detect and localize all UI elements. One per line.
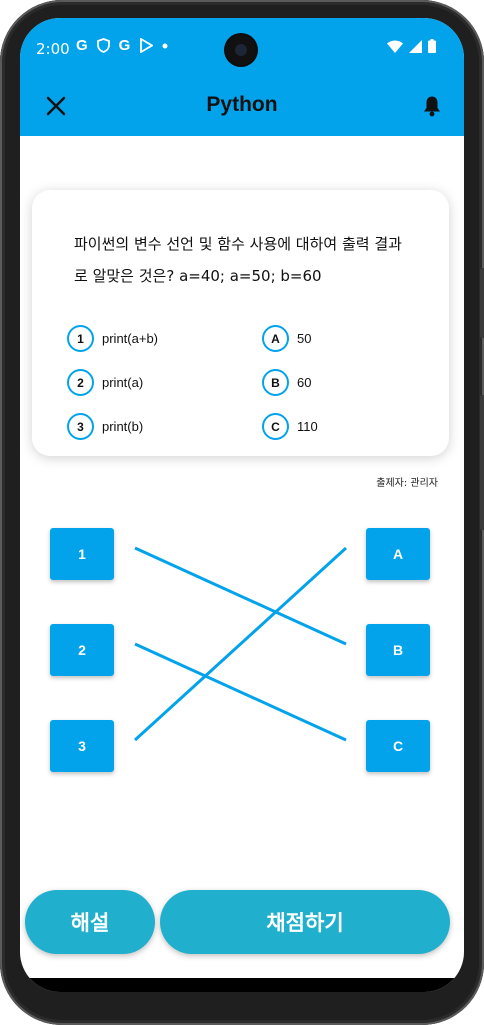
question-card: 파이썬의 변수 선언 및 함수 사용에 대하여 출력 결과로 알맞은 것은? a… <box>32 190 449 456</box>
option-b: B 60 <box>262 369 311 396</box>
question-text: 파이썬의 변수 선언 및 함수 사용에 대하여 출력 결과로 알맞은 것은? a… <box>74 235 402 285</box>
phone-frame: 2:00 G G Python 파이썬의 변수 선언 및 함수 사용에 대하여 … <box>0 0 484 1025</box>
match-node-1[interactable]: 1 <box>50 528 114 580</box>
screen: 2:00 G G Python 파이썬의 변수 선언 및 함수 사용에 대하여 … <box>20 18 464 992</box>
option-1: 1 print(a+b) <box>67 325 158 352</box>
match-node-c[interactable]: C <box>366 720 430 772</box>
option-label: 50 <box>297 331 312 346</box>
explanation-button[interactable]: 해설 <box>25 890 155 954</box>
option-label: 60 <box>297 375 312 390</box>
status-bar: 2:00 G G <box>20 18 464 76</box>
power-button <box>480 395 484 530</box>
battery-icon <box>428 39 436 53</box>
option-badge: C <box>262 413 289 440</box>
system-icons <box>387 39 436 53</box>
play-store-icon <box>140 38 154 53</box>
option-badge: 2 <box>67 369 94 396</box>
shield-icon <box>96 38 110 53</box>
dot-icon <box>162 43 168 48</box>
option-label: print(a) <box>102 375 144 390</box>
volume-button <box>480 268 484 338</box>
match-node-3[interactable]: 3 <box>50 720 114 772</box>
author-label: 출제자: 관리자 <box>376 478 438 489</box>
option-badge: A <box>262 325 289 352</box>
option-3: 3 print(b) <box>67 413 143 440</box>
match-line-3-A <box>133 546 348 742</box>
navigation-bar <box>20 978 464 992</box>
notification-icons: G G <box>76 37 168 54</box>
match-node-a[interactable]: A <box>366 528 430 580</box>
option-label: print(b) <box>102 419 144 434</box>
bell-icon[interactable] <box>420 94 444 118</box>
page-title: Python <box>206 93 278 116</box>
option-c: C 110 <box>262 413 318 440</box>
app-bar: Python <box>20 76 464 136</box>
match-node-2[interactable]: 2 <box>50 624 114 676</box>
option-label: print(a+b) <box>102 331 158 346</box>
front-camera <box>226 35 256 65</box>
match-lines <box>133 546 348 742</box>
option-label: 110 <box>297 419 318 434</box>
option-a: A 50 <box>262 325 311 352</box>
signal-icon <box>409 39 422 53</box>
match-line-1-B <box>134 546 347 646</box>
wifi-icon <box>387 40 403 53</box>
match-node-b[interactable]: B <box>366 624 430 676</box>
google-icon: G <box>118 37 131 54</box>
google-icon: G <box>76 37 88 54</box>
status-time: 2:00 <box>36 40 70 58</box>
match-line-2-C <box>134 642 347 742</box>
grade-button[interactable]: 채점하기 <box>160 890 450 954</box>
option-badge: B <box>262 369 289 396</box>
option-badge: 1 <box>67 325 94 352</box>
option-badge: 3 <box>67 413 94 440</box>
option-2: 2 print(a) <box>67 369 143 396</box>
